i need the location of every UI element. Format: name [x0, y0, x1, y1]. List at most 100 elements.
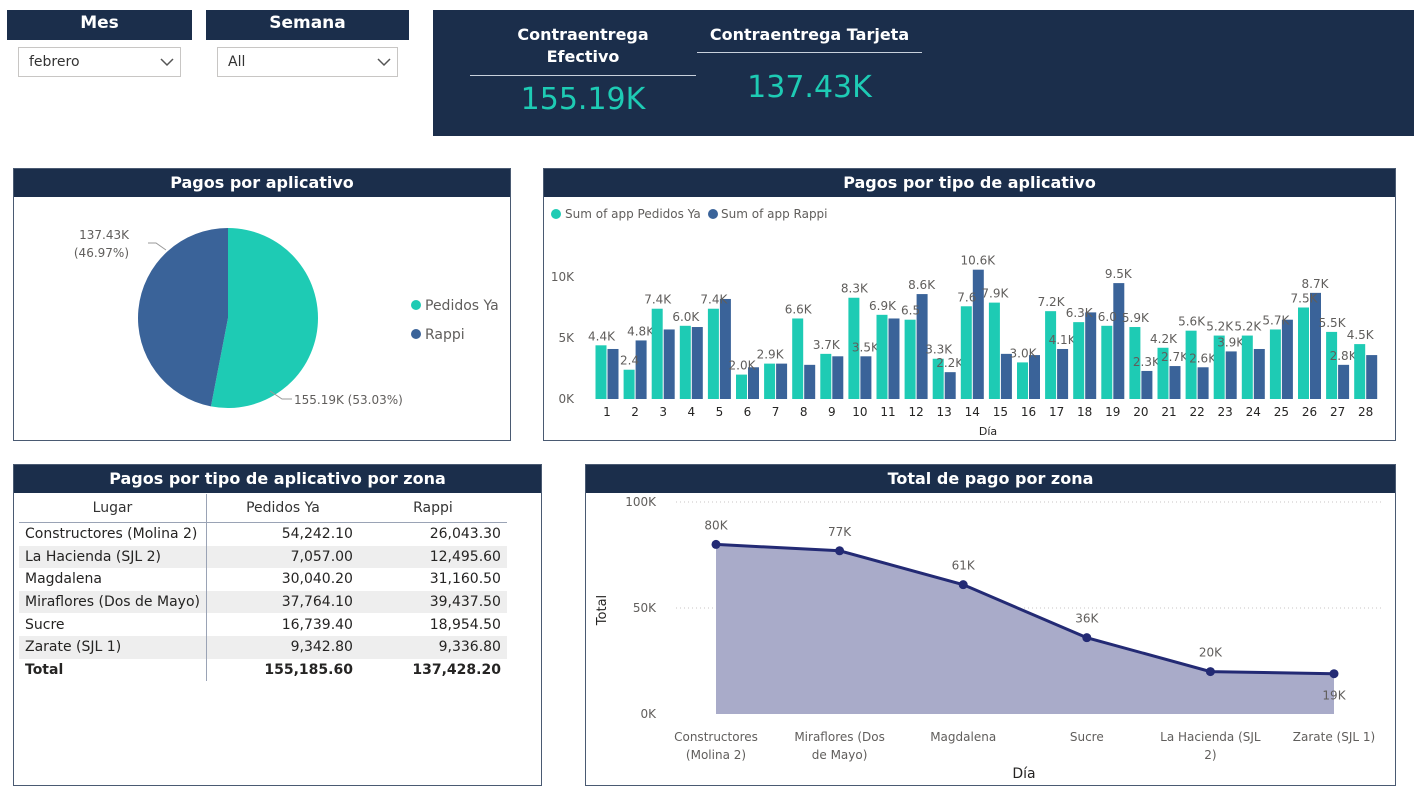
area-point[interactable] — [1329, 669, 1339, 679]
legend-marker-pedidos-ya — [411, 300, 421, 310]
area-data-label: 20K — [1199, 646, 1223, 660]
table-row[interactable]: Zarate (SJL 1) 9,342.80 9,336.80 — [19, 635, 507, 659]
y-tick-label: 50K — [633, 601, 657, 615]
table-row[interactable]: Miraflores (Dos de Mayo) 37,764.10 39,437.… — [19, 590, 507, 614]
bar-rappi[interactable] — [776, 363, 788, 399]
bar-rappi[interactable] — [663, 329, 675, 399]
bar-pedidos-ya[interactable] — [1269, 329, 1281, 399]
bar-rappi[interactable] — [944, 372, 956, 399]
column-header-rappi[interactable]: Rappi — [359, 494, 507, 523]
kpi-panel: Contraentrega Efectivo 155.19K Contraent… — [433, 10, 1414, 136]
cell-pedidos-ya: 9,342.80 — [206, 635, 359, 659]
area-point[interactable] — [1205, 667, 1215, 677]
zone-table-title: Pagos por tipo de aplicativo por zona — [14, 465, 541, 493]
area-point[interactable] — [958, 580, 968, 590]
table-row[interactable]: La Hacienda (SJL 2) 7,057.00 12,495.60 — [19, 545, 507, 569]
table-total-row: Total 155,185.60 137,428.20 — [19, 658, 507, 682]
bar-rappi[interactable] — [1141, 370, 1153, 399]
area-point[interactable] — [835, 546, 845, 556]
bar-rappi[interactable] — [1029, 355, 1040, 399]
bar-pedidos-ya[interactable] — [904, 319, 916, 399]
semana-slicer-header: Semana — [206, 10, 409, 40]
cell-pedidos-ya: 37,764.10 — [206, 590, 359, 614]
bar-data-label: 7.9K — [981, 287, 1009, 301]
bar-rappi[interactable] — [1366, 355, 1378, 399]
bar-rappi[interactable] — [719, 298, 731, 399]
x-tick-label: 19 — [1105, 405, 1120, 419]
legend-label-pedidos-ya[interactable]: Pedidos Ya — [425, 298, 499, 314]
bar-pedidos-ya[interactable] — [1045, 311, 1057, 399]
bar-rappi[interactable] — [832, 356, 844, 399]
bar-rappi[interactable] — [888, 318, 900, 399]
bar-pedidos-ya[interactable] — [707, 308, 719, 399]
bar-pedidos-ya[interactable] — [1326, 331, 1338, 399]
area-fill — [716, 544, 1334, 714]
cell-total-label: Total — [19, 658, 207, 682]
bar-rappi[interactable] — [1113, 283, 1125, 399]
bar-pedidos-ya[interactable] — [1241, 335, 1253, 399]
bar-data-label-rappi: 2.3K — [1133, 355, 1161, 369]
kpi-efectivo-value: 155.19K — [520, 82, 646, 117]
bar-pedidos-ya[interactable] — [876, 314, 888, 399]
bar-data-label-rappi: 3.5K — [852, 340, 880, 354]
y-tick-label: 100K — [625, 495, 657, 509]
table-row[interactable]: Constructores (Molina 2) 54,242.10 26,043.… — [19, 522, 507, 546]
bar-pedidos-ya[interactable] — [736, 374, 747, 399]
zone-table-wrap: Lugar Pedidos Ya Rappi Constructores (Mo… — [19, 494, 507, 682]
bar-rappi[interactable] — [1281, 319, 1293, 399]
bar-pedidos-ya[interactable] — [820, 353, 832, 399]
bar-pedidos-ya[interactable] — [1298, 307, 1309, 400]
bar-pedidos-ya[interactable] — [1017, 362, 1028, 399]
area-point[interactable] — [1082, 633, 1092, 643]
pie-slice-rappi[interactable] — [137, 228, 228, 407]
bar-pedidos-ya[interactable] — [623, 369, 635, 399]
bar-rappi[interactable] — [691, 327, 703, 399]
column-header-pedidos-ya[interactable]: Pedidos Ya — [206, 494, 359, 523]
kpi-tarjeta-value: 137.43K — [747, 70, 872, 105]
bar-data-label: 2.9K — [757, 348, 785, 362]
bar-pedidos-ya[interactable] — [988, 302, 1000, 399]
bar-rappi[interactable] — [1225, 351, 1237, 399]
bar-pedidos-ya[interactable] — [1073, 322, 1085, 399]
area-data-label: 61K — [952, 559, 976, 573]
bar-pedidos-ya[interactable] — [1101, 325, 1113, 399]
bar-rappi[interactable] — [804, 364, 816, 399]
bar-pedidos-ya[interactable] — [764, 363, 776, 399]
bar-rappi[interactable] — [1085, 312, 1097, 399]
bar-rappi[interactable] — [1000, 353, 1012, 399]
bar-rappi[interactable] — [1253, 348, 1265, 399]
bar-rappi[interactable] — [1169, 366, 1181, 399]
bar-pedidos-ya[interactable] — [595, 345, 607, 399]
chevron-down-icon — [377, 58, 391, 67]
bar-pedidos-ya[interactable] — [651, 308, 663, 399]
cell-pedidos-ya: 30,040.20 — [281, 571, 353, 588]
legend-label-sum-rappi[interactable]: Sum of app Rappi — [721, 207, 828, 221]
bar-panel: Pagos por tipo de aplicativo Sum of app … — [543, 168, 1396, 441]
area-point[interactable] — [711, 539, 721, 549]
area-panel: Total de pago por zona 0K 50K 100K 80K Const… — [585, 464, 1396, 786]
bar-rappi[interactable] — [607, 348, 619, 399]
bar-data-label: 6.6K — [785, 302, 813, 316]
bar-pedidos-ya[interactable] — [792, 318, 804, 399]
table-row[interactable]: Sucre 16,739.40 18,954.50 — [19, 613, 507, 636]
column-header-lugar[interactable]: Lugar — [19, 494, 207, 523]
x-tick-label: 1 — [603, 405, 611, 419]
bar-data-label: 5.6K — [1178, 315, 1206, 329]
bar-rappi[interactable] — [635, 340, 647, 399]
y-tick-label: 0K — [558, 392, 575, 406]
bar-rappi[interactable] — [1310, 292, 1321, 399]
semana-dropdown[interactable]: All — [217, 47, 398, 77]
bar-rappi[interactable] — [1197, 367, 1209, 399]
bar-rappi[interactable] — [1057, 348, 1069, 399]
area-chart: 0K 50K 100K 80K Constructores (Molina 2) 77K Mi… — [595, 495, 1381, 782]
bar-rappi[interactable] — [860, 356, 872, 399]
table-row[interactable]: Magdalena 30,040.20 31,160.50 — [19, 568, 507, 591]
bar-pedidos-ya[interactable] — [679, 325, 691, 399]
bar-rappi[interactable] — [1338, 364, 1350, 399]
bar-pedidos-ya[interactable] — [1354, 344, 1366, 399]
bar-data-label: 6.5 — [901, 304, 920, 318]
bar-pedidos-ya[interactable] — [960, 306, 972, 399]
legend-label-rappi[interactable]: Rappi — [425, 327, 465, 343]
legend-label-sum-pedidos-ya[interactable]: Sum of app Pedidos Ya — [565, 207, 701, 221]
mes-dropdown[interactable]: febrero — [18, 47, 181, 77]
